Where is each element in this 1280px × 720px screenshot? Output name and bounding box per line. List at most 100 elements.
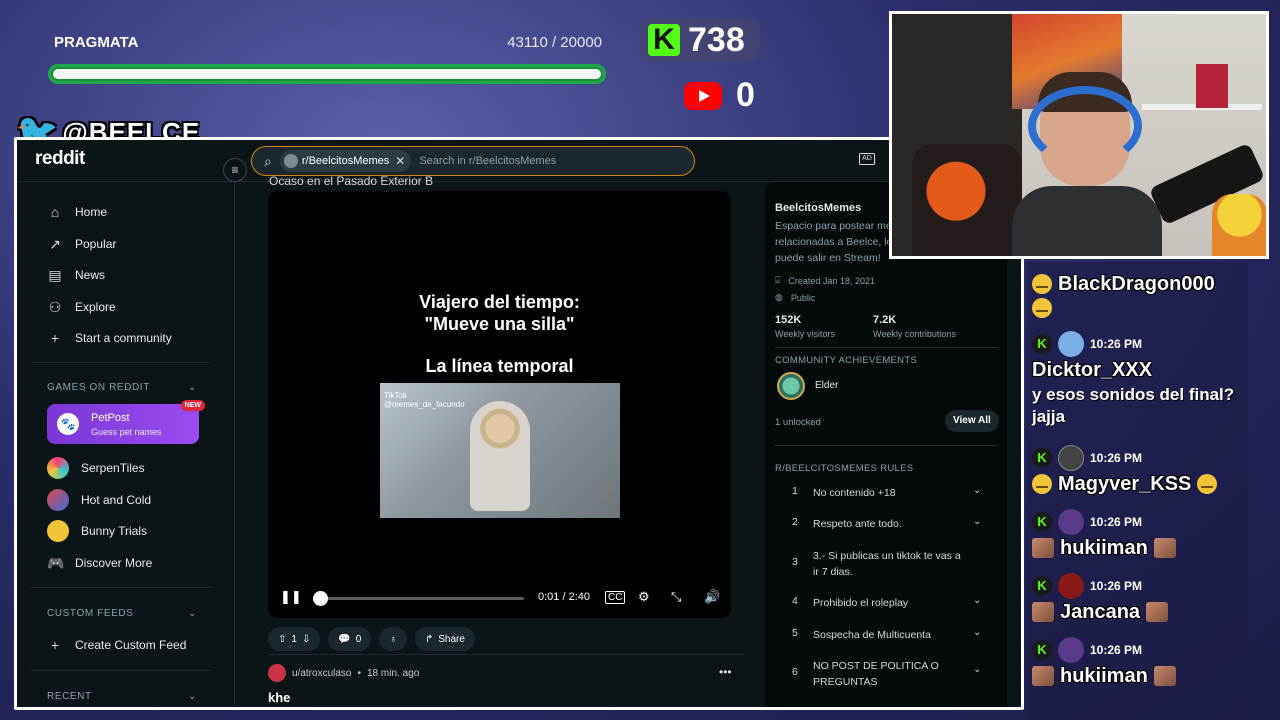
chevron-down-icon[interactable]: ⌄ [973, 595, 981, 606]
comments-button[interactable]: 💬 0 [328, 627, 372, 651]
nav-news[interactable]: ▤ News [47, 265, 105, 285]
chip-close-icon[interactable]: ✕ [395, 154, 405, 168]
game-serpentiles[interactable]: SerpenTiles [47, 457, 145, 479]
chat-time: 10:26 PM [1090, 579, 1143, 593]
chat-message: K 10:26 PM Dicktor_XXX y esos sonidos de… [1032, 331, 1246, 428]
reddit-logo[interactable]: reddit [35, 148, 85, 170]
video-seek-knob[interactable] [313, 591, 329, 606]
author-avatar[interactable] [268, 664, 286, 682]
more-options-icon[interactable]: ••• [719, 665, 732, 679]
video-frame: TikTok @memes_de_facundo [380, 383, 620, 518]
rule-text: Respeto ante todo. [813, 518, 902, 530]
create-custom-feed[interactable]: + Create Custom Feed [47, 635, 186, 655]
volume-icon[interactable]: 🔊 [704, 589, 720, 605]
chat-username-text: hukiiman [1060, 664, 1148, 687]
chevron-down-icon[interactable]: ⌄ [973, 516, 981, 527]
settings-gear-icon[interactable]: ⚙ [638, 589, 650, 605]
created-label: Created Jan 18, 2021 [788, 275, 875, 286]
video-seek-track[interactable] [320, 597, 524, 600]
recent-header[interactable]: RECENT ⌄ [47, 691, 197, 702]
dot-separator: • [357, 667, 361, 679]
next-post-author[interactable]: u/atroxculaso [292, 668, 351, 679]
rule-number: 3 [792, 556, 798, 568]
tiktok-user: @memes_de_facundo [384, 400, 465, 409]
video-player[interactable]: Viajero del tiempo: "Mueve una silla" La… [268, 191, 731, 618]
post-divider [268, 654, 744, 655]
game-hot-and-cold-label: Hot and Cold [81, 493, 152, 507]
nav-start-community[interactable]: + Start a community [47, 328, 172, 348]
game-hot-and-cold[interactable]: Hot and Cold [47, 489, 152, 511]
webcam-feed [889, 11, 1269, 259]
youtube-viewer-counter: 0 [684, 76, 755, 115]
share-button[interactable]: ↱ Share [414, 627, 475, 651]
chip-label: r/BeelcitosMemes [301, 155, 390, 167]
divider [31, 362, 211, 363]
nav-home[interactable]: ⌂ Home [47, 202, 107, 222]
chat-time: 10:26 PM [1090, 337, 1143, 351]
community-sidebar: BeelcitosMemes Espacio para postear meme… [765, 182, 1007, 707]
nav-explore[interactable]: ⚇ Explore [47, 297, 116, 317]
gamepad-icon: 🎮 [47, 554, 65, 571]
subreddit-search-chip[interactable]: r/BeelcitosMemes ✕ [279, 150, 412, 172]
search-input[interactable]: Search in r/BeelcitosMemes [419, 155, 556, 167]
headset [1028, 86, 1142, 166]
emote-icon [1032, 538, 1054, 558]
chevron-down-icon: ⌄ [188, 382, 197, 393]
video-caption-line3: La línea temporal [425, 356, 574, 376]
contributions-count: 7.2K [873, 314, 897, 326]
kick-count: 738 [688, 20, 745, 59]
chat-message: K 10:26 PM hukiiman [1032, 637, 1246, 690]
achievement-badge-icon[interactable] [777, 372, 805, 400]
next-post-title[interactable]: khe [268, 690, 290, 705]
hot-and-cold-icon [47, 489, 69, 511]
chat-message: BlackDragon000 [1032, 270, 1246, 318]
award-button[interactable]: ♁ [379, 627, 407, 651]
upvote-icon[interactable]: ⇧ [278, 634, 286, 645]
chat-message: K 10:26 PM hukiiman [1032, 509, 1246, 562]
custom-feeds-header[interactable]: CUSTOM FEEDS ⌄ [47, 608, 197, 619]
chevron-down-icon[interactable]: ⌄ [973, 664, 981, 675]
video-time: 0:01 / 2:40 [538, 591, 590, 603]
downvote-icon[interactable]: ⇩ [302, 634, 310, 645]
chevron-down-icon[interactable]: ⌄ [973, 627, 981, 638]
post-title[interactable]: Ocaso en el Pasado Exterior B [269, 174, 433, 188]
video-figure [470, 401, 530, 511]
vote-control[interactable]: ⇧ 1 ⇩ [268, 627, 321, 651]
webcam-chair [912, 144, 1022, 256]
emote-icon [1153, 538, 1176, 558]
emote-icon [1197, 474, 1218, 494]
rule-text: NO POST DE POLITICA O PREGUNTAS [813, 660, 939, 688]
discover-more[interactable]: 🎮 Discover More [47, 553, 152, 573]
streamer [1012, 72, 1162, 256]
petpost-game[interactable]: 🐾 PetPost Guess pet names NEW [47, 400, 205, 444]
nav-news-label: News [75, 268, 106, 282]
next-post-meta: u/atroxculaso • 18 min. ago [268, 664, 419, 682]
divider [31, 670, 211, 671]
chat-username-text: Jancana [1060, 600, 1141, 623]
games-section-header[interactable]: GAMES ON REDDIT ⌄ [47, 382, 197, 393]
rule-text: No contenido +18 [813, 487, 896, 499]
fullscreen-icon[interactable]: ⤡ [671, 589, 681, 605]
achievements-header: COMMUNITY ACHIEVEMENTS [775, 355, 918, 366]
serpentiles-icon [47, 457, 69, 479]
advertise-icon[interactable]: AD [859, 153, 875, 165]
search-bar[interactable]: ⌕ r/BeelcitosMemes ✕ Search in r/Beelcit… [251, 146, 695, 176]
plus-icon: + [50, 637, 60, 653]
chat-time: 10:26 PM [1090, 451, 1143, 465]
tiktok-label: TikTok [384, 391, 407, 400]
chat-avatar [1058, 573, 1084, 599]
chat-message: K 10:26 PM Jancana [1032, 573, 1246, 626]
award-icon: ♁ [389, 633, 397, 645]
emote-icon [1032, 474, 1052, 494]
view-all-button[interactable]: View All [945, 410, 999, 432]
subreddit-avatar [283, 154, 298, 168]
chevron-down-icon[interactable]: ⌄ [973, 485, 981, 496]
game-bunny-trials[interactable]: Bunny Trials [47, 520, 147, 542]
community-name: BeelcitosMemes [775, 202, 862, 214]
game-serpentiles-label: SerpenTiles [81, 461, 145, 475]
nav-popular[interactable]: ↗ Popular [47, 234, 116, 254]
pause-icon[interactable]: ❚❚ [280, 589, 302, 605]
captions-icon[interactable]: CC [605, 591, 626, 604]
collapse-sidebar-button[interactable]: ≡ [223, 158, 247, 182]
share-icon: ↱ [424, 633, 434, 645]
